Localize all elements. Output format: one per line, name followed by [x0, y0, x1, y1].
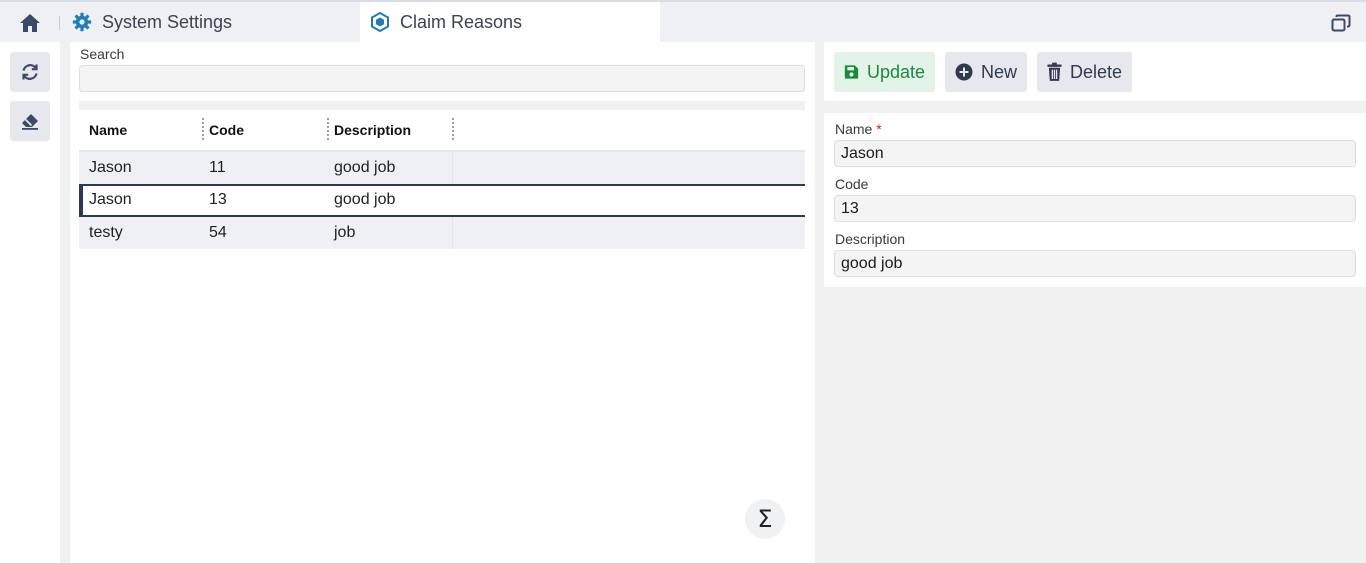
required-marker: *	[876, 121, 882, 137]
cell-name: Jason	[89, 159, 132, 176]
grid-header: Name Code Description	[79, 110, 805, 152]
update-button[interactable]: Update	[834, 52, 935, 92]
tab-bar: System Settings Claim Reasons	[0, 0, 1366, 42]
delete-label: Delete	[1069, 61, 1122, 82]
hexagon-icon	[371, 12, 389, 32]
left-toolbar	[0, 42, 60, 563]
refresh-button[interactable]	[10, 52, 50, 92]
gear-icon	[72, 12, 92, 32]
column-resize-handle[interactable]	[452, 118, 454, 140]
save-icon	[844, 65, 859, 79]
claim-reason-form: Name * Code Description	[824, 113, 1366, 287]
restore-window-icon	[1331, 14, 1351, 32]
column-resize-handle[interactable]	[327, 118, 329, 140]
trash-icon	[1047, 62, 1062, 81]
search-input[interactable]	[79, 65, 805, 92]
description-label: Description	[835, 231, 906, 247]
new-label: New	[980, 61, 1017, 82]
name-label-text: Name	[835, 121, 873, 137]
new-button[interactable]: New	[945, 52, 1027, 92]
table-row-selected[interactable]: Jason 13 good job	[79, 184, 805, 217]
refresh-icon	[22, 64, 38, 80]
eraser-icon	[22, 114, 38, 130]
tab-label: Claim Reasons	[400, 11, 523, 32]
table-row[interactable]: testy 54 job	[79, 217, 805, 249]
home-icon	[20, 14, 40, 32]
cell-code: 54	[209, 224, 227, 241]
search-label: Search	[80, 46, 125, 62]
list-panel: Search Name Code Description Jason 11 go…	[70, 42, 815, 563]
tab-label: System Settings	[102, 11, 233, 32]
column-divider	[452, 152, 453, 184]
detail-toolbar: Update New Delete	[824, 42, 1366, 101]
cell-description: good job	[334, 191, 396, 208]
cell-description: job	[334, 224, 356, 241]
restore-window-button[interactable]	[1328, 10, 1354, 36]
column-header-code[interactable]: Code	[209, 122, 244, 138]
table-row[interactable]: Jason 11 good job	[79, 152, 805, 184]
summary-button[interactable]: Σ	[745, 499, 785, 539]
column-divider	[452, 217, 453, 249]
clear-button[interactable]	[10, 101, 50, 141]
name-field[interactable]	[834, 140, 1356, 167]
sigma-icon: Σ	[757, 505, 773, 533]
tab-system-settings[interactable]: System Settings	[62, 2, 358, 42]
plus-circle-icon	[955, 63, 973, 81]
cell-name: testy	[89, 224, 123, 241]
cell-code: 13	[209, 191, 227, 208]
description-field[interactable]	[834, 250, 1356, 277]
panel-divider	[60, 42, 70, 563]
cell-description: good job	[334, 159, 396, 176]
tab-divider	[59, 16, 60, 30]
update-label: Update	[866, 61, 925, 82]
delete-button[interactable]: Delete	[1037, 52, 1132, 92]
name-label: Name *	[835, 121, 882, 137]
code-field[interactable]	[834, 195, 1356, 222]
column-resize-handle[interactable]	[202, 118, 204, 140]
column-header-description[interactable]: Description	[334, 122, 411, 138]
cell-code: 11	[209, 159, 226, 176]
cell-name: Jason	[89, 191, 132, 208]
code-label: Code	[835, 176, 869, 192]
tab-claim-reasons[interactable]: Claim Reasons	[360, 2, 660, 42]
claim-reasons-grid: Name Code Description Jason 11 good job …	[79, 110, 805, 249]
column-header-name[interactable]: Name	[89, 122, 127, 138]
home-button[interactable]	[14, 8, 46, 38]
grid-toolbar-strip	[79, 101, 805, 110]
